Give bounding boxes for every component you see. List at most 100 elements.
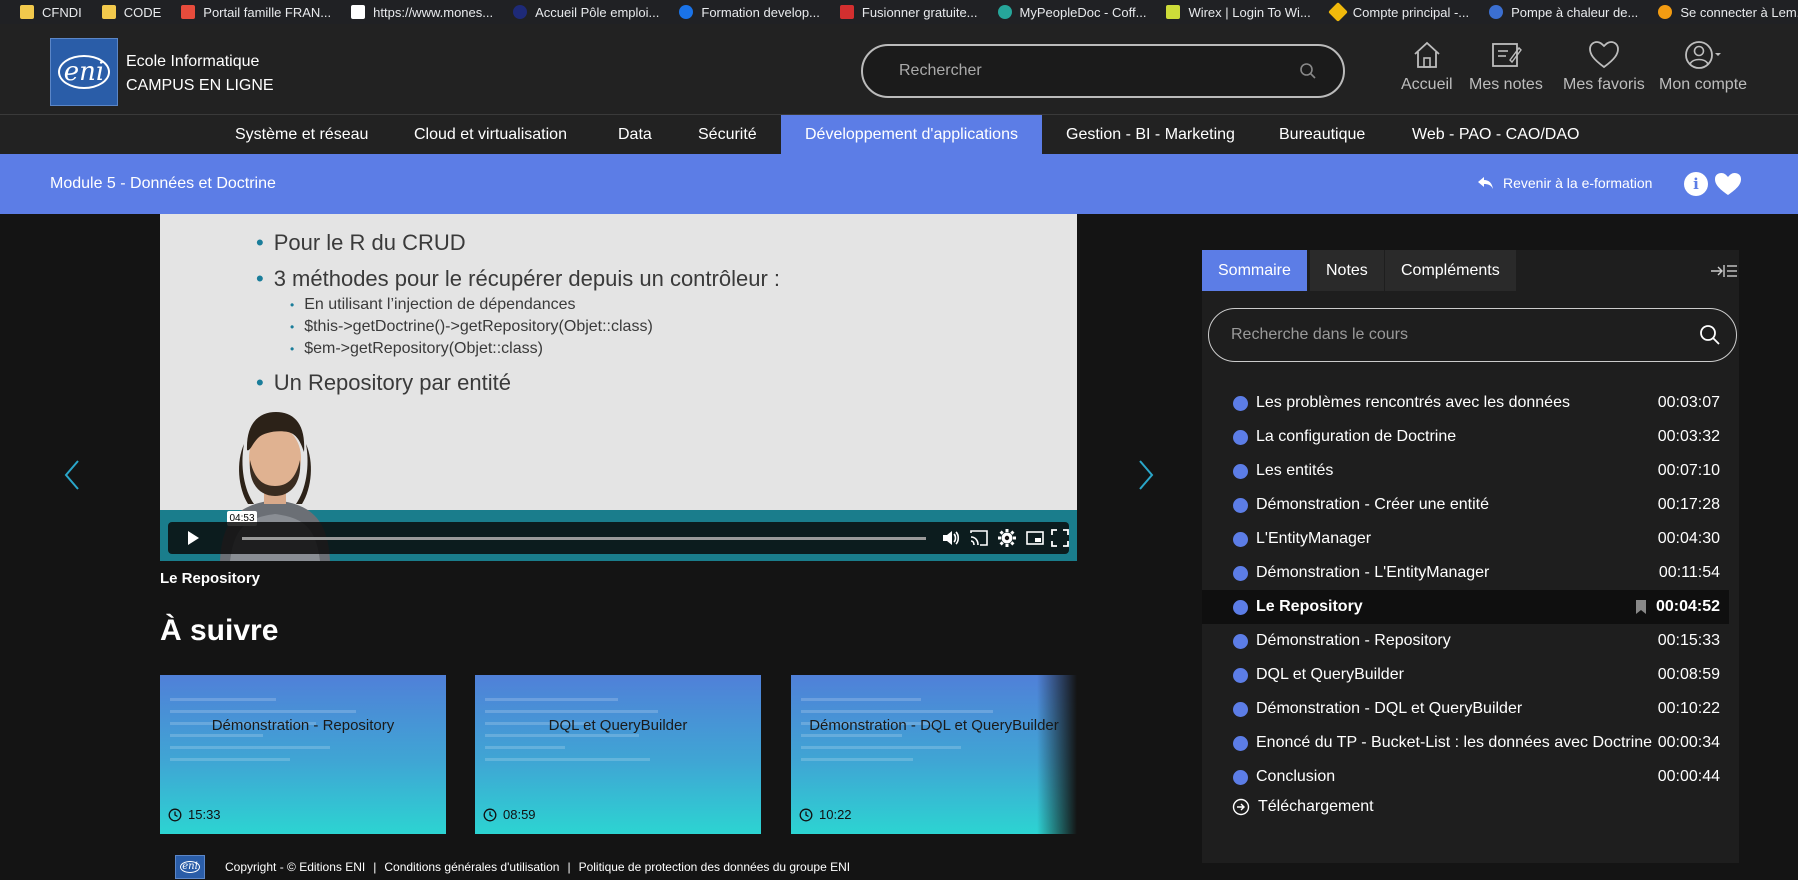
tab-complements[interactable]: Compléments <box>1385 250 1516 291</box>
site-favicon-icon <box>839 5 854 19</box>
bookmarks-bar: CFNDI CODE Portail famille FRAN... https… <box>0 0 1798 24</box>
course-search-placeholder: Recherche dans le cours <box>1231 326 1408 343</box>
volume-icon[interactable] <box>941 528 961 548</box>
lesson-item[interactable]: Les entités 00:07:10 <box>1202 454 1729 488</box>
module-title: Module 5 - Données et Doctrine <box>50 175 276 192</box>
collapse-sidebar-icon[interactable] <box>1710 263 1738 279</box>
video-title: Le Repository <box>160 570 261 587</box>
lesson-status-dot <box>1233 736 1248 751</box>
module-bar: Module 5 - Données et Doctrine Revenir à… <box>0 154 1798 214</box>
bookmark-item[interactable]: https://www.mones... <box>351 5 493 20</box>
download-circle-icon <box>1232 798 1250 816</box>
lesson-status-dot <box>1233 634 1248 649</box>
cast-icon[interactable] <box>969 528 989 548</box>
lesson-item[interactable]: Les problèmes rencontrés avec les donnée… <box>1202 386 1729 420</box>
up-next-card[interactable]: Démonstration - Repository 15:33 <box>160 675 446 834</box>
school-name: Ecole Informatique CAMPUS EN LIGNE <box>126 53 274 94</box>
category-bureautique[interactable]: Bureautique <box>1255 115 1389 155</box>
bookmark-item[interactable]: Compte principal -... <box>1327 2 1469 22</box>
back-to-course-link[interactable]: Revenir à la e-formation <box>1477 175 1652 191</box>
course-search-input[interactable]: Recherche dans le cours <box>1208 308 1737 362</box>
nav-account[interactable]: Mon compte <box>1659 40 1747 94</box>
bookmark-icon[interactable] <box>1635 599 1647 615</box>
lesson-item[interactable]: Conclusion 00:00:44 <box>1202 760 1729 794</box>
site-favicon-icon <box>181 5 196 19</box>
lesson-item[interactable]: La configuration de Doctrine 00:03:32 <box>1202 420 1729 454</box>
card-duration: 15:33 <box>168 807 221 822</box>
tab-sommaire[interactable]: Sommaire <box>1202 250 1307 291</box>
lesson-status-dot <box>1233 600 1248 615</box>
bookmark-item[interactable]: MyPeopleDoc - Coff... <box>997 5 1146 20</box>
lesson-item[interactable]: Démonstration - Repository 00:15:33 <box>1202 624 1729 658</box>
page-footer: eni Copyright - © Editions ENI | Conditi… <box>175 854 850 880</box>
up-next-card[interactable]: Démonstration - DQL et QueryBuilder 10:2… <box>791 675 1077 834</box>
card-title: DQL et QueryBuilder <box>548 717 688 734</box>
category-nav: Système et réseau Cloud et virtualisatio… <box>0 114 1798 155</box>
category-cloud[interactable]: Cloud et virtualisation <box>390 115 591 155</box>
video-controls <box>168 522 1069 554</box>
category-securite[interactable]: Sécurité <box>674 115 781 155</box>
favorite-heart-icon[interactable] <box>1714 172 1742 196</box>
privacy-link[interactable]: Politique de protection des données du g… <box>579 860 851 874</box>
folder-icon <box>20 5 34 19</box>
settings-gear-icon[interactable] <box>997 528 1017 548</box>
footer-eni-logo: eni <box>175 855 205 879</box>
search-icon[interactable] <box>1698 323 1722 347</box>
bookmark-item[interactable]: Wirex | Login To Wi... <box>1166 5 1311 20</box>
search-icon[interactable] <box>1299 62 1317 85</box>
tab-notes[interactable]: Notes <box>1310 250 1384 291</box>
site-favicon-icon <box>997 5 1012 19</box>
lesson-item[interactable]: L'EntityManager 00:04:30 <box>1202 522 1729 556</box>
lesson-item[interactable]: DQL et QueryBuilder 00:08:59 <box>1202 658 1729 692</box>
category-web[interactable]: Web - PAO - CAO/DAO <box>1388 115 1603 155</box>
nav-favorites[interactable]: Mes favoris <box>1563 40 1645 94</box>
site-header: eni Ecole Informatique CAMPUS EN LIGNE R… <box>0 24 1798 114</box>
bookmark-item[interactable]: Se connecter à Lem... <box>1658 5 1798 20</box>
fullscreen-icon[interactable] <box>1051 528 1069 548</box>
pip-icon[interactable] <box>1025 528 1045 548</box>
lesson-item[interactable]: Démonstration - Créer une entité 00:17:28 <box>1202 488 1729 522</box>
next-lesson-icon[interactable] <box>1136 458 1156 501</box>
previous-lesson-icon[interactable] <box>62 458 82 501</box>
clock-icon <box>483 808 497 821</box>
account-icon <box>1685 41 1722 69</box>
lesson-status-dot <box>1233 668 1248 683</box>
lesson-item[interactable]: Enoncé du TP - Bucket-List : les données… <box>1202 726 1729 760</box>
lesson-item[interactable]: Démonstration - DQL et QueryBuilder 00:10… <box>1202 692 1729 726</box>
lesson-status-dot <box>1233 464 1248 479</box>
bookmark-item[interactable]: CODE <box>101 5 161 20</box>
category-data[interactable]: Data <box>594 115 676 155</box>
site-favicon-icon <box>1166 5 1181 19</box>
eni-logo[interactable]: eni <box>50 38 118 106</box>
notes-icon <box>1492 43 1522 67</box>
home-icon <box>1414 41 1440 68</box>
lesson-item[interactable]: Démonstration - L'EntityManager 00:11:54 <box>1202 556 1729 590</box>
lesson-status-dot <box>1233 498 1248 513</box>
bookmark-item[interactable]: CFNDI <box>20 5 82 20</box>
category-gestion[interactable]: Gestion - BI - Marketing <box>1042 115 1259 155</box>
info-icon[interactable]: i <box>1684 172 1708 196</box>
lesson-item-current[interactable]: Le Repository 00:04:52 <box>1202 590 1729 624</box>
search-input[interactable]: Rechercher <box>861 44 1345 98</box>
cgu-link[interactable]: Conditions générales d'utilisation <box>384 860 559 874</box>
card-title: Démonstration - Repository <box>211 717 395 734</box>
play-icon[interactable] <box>180 526 204 550</box>
download-link[interactable]: Téléchargement <box>1232 798 1374 816</box>
bookmark-item[interactable]: Fusionner gratuite... <box>839 5 978 20</box>
logo-text: eni <box>58 55 110 89</box>
site-favicon-icon <box>351 5 366 19</box>
up-next-card[interactable]: DQL et QueryBuilder 08:59 <box>475 675 761 834</box>
nav-notes[interactable]: Mes notes <box>1469 40 1543 94</box>
up-next-heading: À suivre <box>160 614 279 647</box>
progress-bar[interactable] <box>242 537 926 540</box>
category-systeme-reseau[interactable]: Système et réseau <box>211 115 392 155</box>
video-player[interactable]: • Pour le R du CRUD • 3 méthodes pour le r… <box>160 214 1077 561</box>
bookmark-item[interactable]: Accueil Pôle emploi... <box>513 5 659 20</box>
nav-home[interactable]: Accueil <box>1401 40 1453 94</box>
bookmark-item[interactable]: Formation develop... <box>679 5 820 20</box>
bookmark-item[interactable]: Portail famille FRAN... <box>181 5 331 20</box>
category-developpement[interactable]: Développement d'applications <box>781 115 1042 155</box>
lesson-status-dot <box>1233 532 1248 547</box>
bookmark-item[interactable]: Pompe à chaleur de... <box>1489 5 1638 20</box>
page-root: CFNDI CODE Portail famille FRAN... https… <box>0 0 1798 880</box>
